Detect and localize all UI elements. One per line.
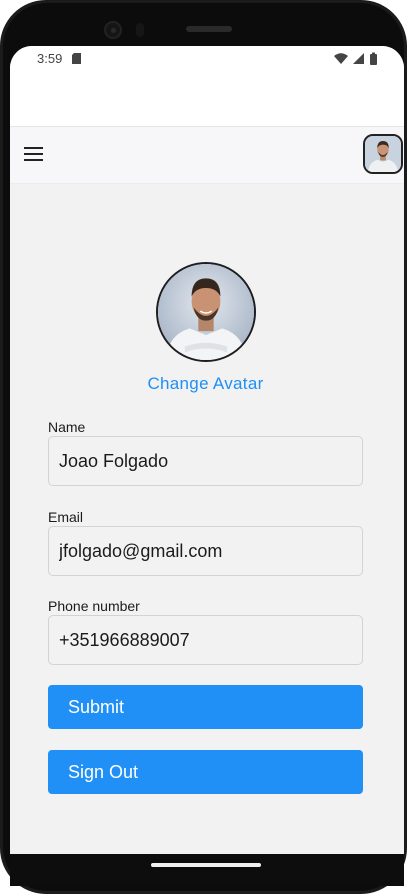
submit-button[interactable]: Submit bbox=[48, 685, 363, 729]
battery-icon bbox=[370, 54, 377, 65]
screen: 3:59 Change Avatar Name Joao Folgado Ema… bbox=[10, 46, 404, 854]
phone-label: Phone number bbox=[48, 598, 140, 614]
change-avatar-link[interactable]: Change Avatar bbox=[10, 374, 401, 394]
proximity-sensor bbox=[136, 23, 144, 37]
wifi-icon bbox=[334, 53, 348, 64]
phone-field[interactable] bbox=[48, 615, 363, 665]
hamburger-menu-icon[interactable] bbox=[24, 147, 46, 163]
email-field[interactable] bbox=[48, 526, 363, 576]
sign-out-button[interactable]: Sign Out bbox=[48, 750, 363, 794]
person-photo-icon bbox=[365, 136, 401, 172]
navigation-bar bbox=[10, 854, 404, 886]
profile-avatar[interactable] bbox=[156, 262, 256, 362]
status-time: 3:59 bbox=[37, 51, 63, 66]
status-bar: 3:59 bbox=[10, 46, 404, 72]
earpiece-speaker bbox=[186, 26, 232, 32]
sd-card-icon bbox=[72, 53, 81, 64]
email-label: Email bbox=[48, 509, 84, 525]
front-camera bbox=[104, 21, 122, 39]
status-icons bbox=[334, 52, 377, 65]
person-photo-icon bbox=[158, 264, 254, 360]
app-bar bbox=[10, 126, 404, 183]
signal-icon bbox=[353, 53, 364, 64]
appbar-avatar[interactable] bbox=[363, 134, 403, 174]
top-spacer bbox=[10, 72, 404, 126]
name-field[interactable] bbox=[48, 436, 363, 486]
name-label: Name bbox=[48, 419, 86, 435]
home-gesture-handle[interactable] bbox=[151, 863, 261, 867]
